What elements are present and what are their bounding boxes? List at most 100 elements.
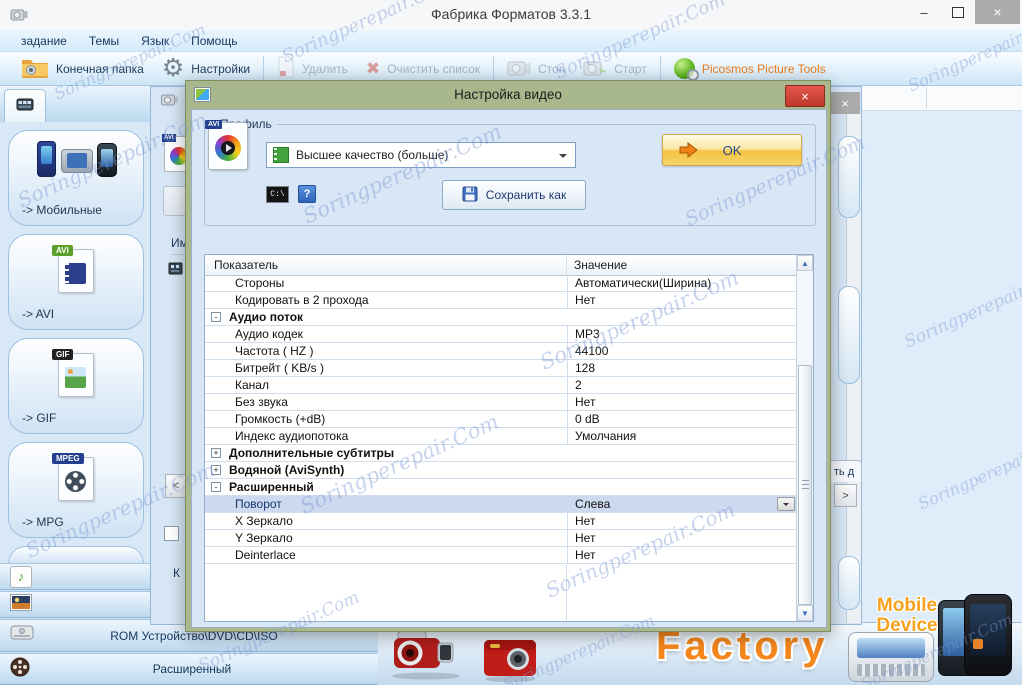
collapse-toggle-icon[interactable]: - xyxy=(211,482,221,492)
close-button[interactable]: × xyxy=(975,0,1020,24)
sidebar-tabstrip xyxy=(0,86,150,123)
table-empty-area xyxy=(205,564,796,620)
table-row[interactable]: Кодировать в 2 прохода Нет xyxy=(205,292,796,309)
table-row[interactable]: Канал 2 xyxy=(205,377,796,394)
group-name: Аудио поток xyxy=(205,310,796,324)
file-list-panel xyxy=(862,86,1022,622)
row-name: Частота ( HZ ) xyxy=(205,344,567,358)
menu-bar: задание Темы Язык Помощь xyxy=(0,30,1022,52)
row-name: X Зеркало xyxy=(205,514,567,528)
app: Фабрика Форматов 3.3.1 – × задание Темы … xyxy=(0,0,1022,685)
settings-table: Показатель Значение Стороны Автоматическ… xyxy=(204,254,814,622)
menu-item-task[interactable]: задание xyxy=(10,32,78,50)
sidebar-section-picture[interactable] xyxy=(0,591,150,618)
row-value: MP3 xyxy=(567,326,796,342)
table-row[interactable]: Частота ( HZ ) 44100 xyxy=(205,343,796,360)
row-name: Поворот xyxy=(205,497,567,511)
final-folder-button[interactable]: Конечная папка xyxy=(12,54,153,84)
sidebar-section-audio[interactable]: ♪ xyxy=(0,563,150,590)
dialog-titlebar: Настройка видео × xyxy=(186,81,830,109)
table-group-row[interactable]: - Аудио поток xyxy=(205,309,796,326)
minimize-button[interactable]: – xyxy=(907,0,941,24)
background-window-icon xyxy=(160,92,179,112)
maximize-button[interactable] xyxy=(941,0,975,24)
category-label: -> Мобильные xyxy=(22,203,102,217)
sidebar-item-gif[interactable]: GIF -> GIF xyxy=(8,338,144,434)
background-button-fragment xyxy=(838,556,860,610)
clear-list-x-icon: ✖ xyxy=(366,59,380,79)
table-row[interactable]: Громкость (+dB) 0 dB xyxy=(205,411,796,428)
camcorder-icon xyxy=(388,626,464,685)
table-row[interactable]: Аудио кодек MP3 xyxy=(205,326,796,343)
row-value: 0 dB xyxy=(567,411,796,427)
avi-profile-badge: AVI xyxy=(205,120,222,129)
dialog-close-button[interactable]: × xyxy=(785,85,825,107)
table-group-row[interactable]: - Расширенный xyxy=(205,479,796,496)
expand-toggle-icon[interactable]: + xyxy=(211,465,221,475)
film-strip-icon xyxy=(273,147,289,163)
picosmos-button[interactable]: Picosmos Picture Tools xyxy=(665,54,835,84)
sidebar-item-mpg[interactable]: MPEG -> MPG xyxy=(8,442,144,538)
scroll-up-button[interactable]: ▲ xyxy=(797,255,813,271)
save-as-button[interactable]: Сохранить как xyxy=(442,180,586,210)
save-as-label: Сохранить как xyxy=(486,188,566,202)
table-group-row[interactable]: + Дополнительные субтитры xyxy=(205,445,796,462)
clear-list-label: Очистить список xyxy=(387,62,480,76)
column-header-parameter[interactable]: Показатель xyxy=(205,255,567,275)
menu-item-themes[interactable]: Темы xyxy=(78,32,130,50)
command-line-icon[interactable]: C:\ xyxy=(266,186,289,203)
maximize-icon xyxy=(952,7,964,18)
advanced-section-label: Расширенный xyxy=(30,662,378,676)
menu-item-language[interactable]: Язык xyxy=(130,32,180,50)
gear-icon: ⚙ xyxy=(162,56,184,81)
sidebar-section-advanced[interactable]: Расширенный xyxy=(0,653,378,685)
table-group-row[interactable]: + Водяной (AviSynth) xyxy=(205,462,796,479)
row-value: 44100 xyxy=(567,343,796,359)
toolbar-separator xyxy=(660,56,661,82)
video-settings-dialog: Настройка видео × Профиль AVI Высшее кач… xyxy=(185,80,831,632)
table-row[interactable]: X Зеркало Нет xyxy=(205,513,796,530)
scroll-down-button[interactable]: ▼ xyxy=(797,605,813,621)
chevron-down-icon xyxy=(559,154,567,162)
table-row[interactable]: Битрейт ( KB/s ) 128 xyxy=(205,360,796,377)
gif-badge: GIF xyxy=(52,349,73,360)
table-row[interactable]: Deinterlace Нет xyxy=(205,547,796,564)
sidebar-item-mobile[interactable]: -> Мобильные xyxy=(8,130,144,226)
row-name: Кодировать в 2 прохода xyxy=(205,293,567,307)
menu-item-help[interactable]: Помощь xyxy=(180,32,248,50)
category-label: -> MPG xyxy=(22,515,64,529)
sidebar-item-avi[interactable]: AVI -> AVI xyxy=(8,234,144,330)
row-value: 128 xyxy=(567,360,796,376)
table-row[interactable]: Без звука Нет xyxy=(205,394,796,411)
slider-phone-icon xyxy=(848,632,934,682)
row-name: Y Зеркало xyxy=(205,531,567,545)
background-scroll-right-button: > xyxy=(834,484,857,507)
value-dropdown-button[interactable] xyxy=(777,497,795,511)
help-icon[interactable]: ? xyxy=(298,185,316,203)
row-value: Нет xyxy=(567,547,796,563)
rom-drive-icon xyxy=(10,624,34,647)
collapse-toggle-icon[interactable]: - xyxy=(211,312,221,322)
background-close-button: × xyxy=(830,92,860,114)
table-row[interactable]: Индекс аудиопотока Умолчания xyxy=(205,428,796,445)
table-scrollbar[interactable]: ▲ ▼ xyxy=(796,255,813,621)
settings-button[interactable]: ⚙ Настройки xyxy=(153,54,259,84)
tab-video[interactable] xyxy=(4,89,46,123)
column-header-value[interactable]: Значение xyxy=(567,255,813,275)
group-name: Расширенный xyxy=(205,480,796,494)
background-button-fragment xyxy=(838,286,860,384)
table-row-selected[interactable]: Поворот Слева xyxy=(205,496,796,513)
table-row[interactable]: Y Зеркало Нет xyxy=(205,530,796,547)
table-row[interactable]: Стороны Автоматически(Ширина) xyxy=(205,275,796,292)
profile-dropdown[interactable]: Высшее качество (больше) xyxy=(266,142,576,168)
category-label: -> GIF xyxy=(22,411,56,425)
row-value: Умолчания xyxy=(567,428,796,444)
ok-button[interactable]: OK xyxy=(662,134,802,166)
background-button-fragment xyxy=(838,136,860,218)
expand-toggle-icon[interactable]: + xyxy=(211,448,221,458)
scrollbar-thumb[interactable] xyxy=(798,365,812,605)
row-value: Нет xyxy=(567,513,796,529)
mobile-devices-icon xyxy=(9,139,143,195)
smartphone-icon xyxy=(964,594,1012,676)
avi-badge: AVI xyxy=(52,245,73,256)
